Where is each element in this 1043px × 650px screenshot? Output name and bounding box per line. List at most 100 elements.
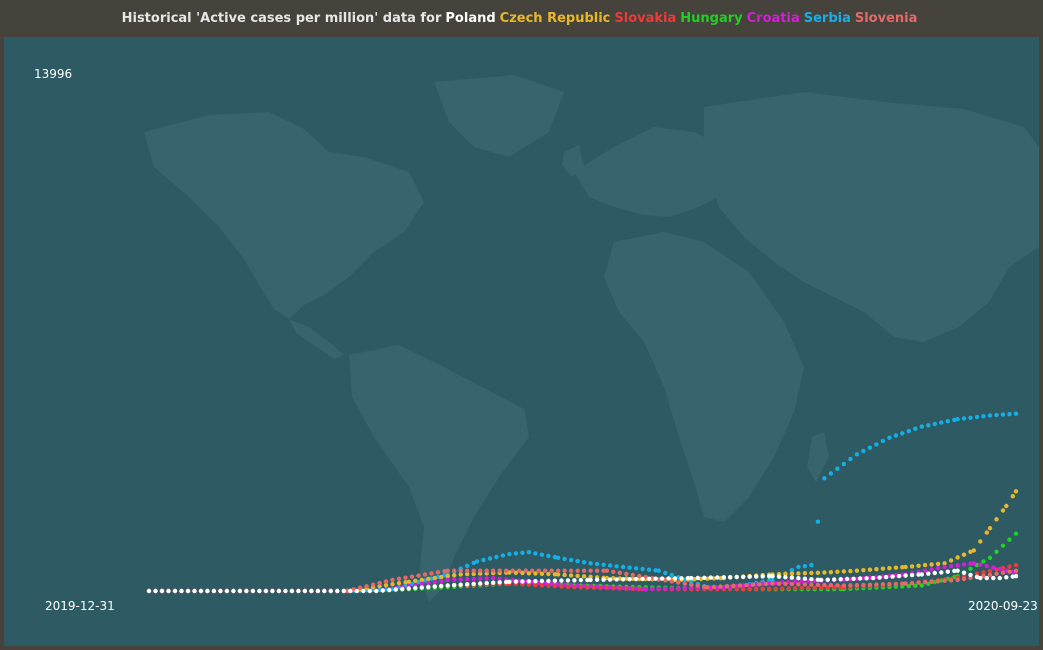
- data-point: [669, 572, 674, 578]
- legend-serbia: Serbia: [803, 10, 851, 26]
- data-point: [218, 588, 223, 594]
- data-point: [491, 568, 496, 573]
- data-point: [601, 584, 606, 589]
- data-point: [568, 557, 574, 563]
- data-point: [607, 577, 613, 582]
- data-point: [705, 585, 710, 590]
- data-point: [507, 579, 512, 584]
- data-point: [575, 558, 580, 564]
- data-point: [627, 577, 632, 582]
- data-point: [396, 576, 402, 581]
- data-point: [789, 575, 795, 580]
- data-point: [909, 572, 915, 578]
- data-point: [955, 555, 960, 560]
- legend-slovenia: Slovenia: [854, 10, 918, 26]
- data-point: [1013, 489, 1019, 494]
- data-point: [663, 586, 668, 591]
- data-point: [948, 578, 954, 583]
- data-point: [861, 568, 866, 573]
- data-point: [523, 568, 528, 573]
- data-point: [620, 585, 626, 591]
- x-start-label: 2019-12-31: [45, 599, 115, 613]
- data-point: [815, 570, 821, 575]
- data-point: [520, 550, 525, 555]
- data-point: [406, 586, 411, 591]
- data-point: [893, 433, 899, 438]
- data-point: [942, 578, 947, 583]
- data-point: [263, 588, 269, 594]
- data-point: [367, 588, 372, 594]
- data-point: [620, 577, 626, 582]
- data-point: [594, 561, 600, 567]
- data-point: [913, 426, 918, 431]
- data-point: [955, 568, 960, 573]
- data-point: [809, 562, 814, 568]
- data-point: [559, 578, 564, 583]
- legend-poland: Poland: [445, 10, 496, 26]
- data-point: [630, 572, 635, 578]
- data-point: [1013, 411, 1019, 416]
- data-point: [250, 588, 256, 594]
- data-point: [984, 575, 989, 581]
- data-point: [465, 563, 470, 568]
- data-point: [594, 584, 600, 589]
- data-point: [409, 574, 415, 579]
- data-point: [296, 588, 301, 594]
- data-point: [932, 421, 937, 427]
- legend-hungary: Hungary: [680, 10, 743, 26]
- data-point: [802, 582, 808, 587]
- data-point: [799, 585, 804, 591]
- data-point: [439, 583, 444, 589]
- data-point: [604, 568, 610, 573]
- data-point: [614, 564, 619, 569]
- data-point: [994, 412, 999, 418]
- data-point: [789, 571, 795, 576]
- data-point: [588, 583, 593, 589]
- data-point: [530, 568, 535, 573]
- data-point: [205, 588, 210, 594]
- data-point: [546, 571, 551, 577]
- data-point: [510, 568, 515, 573]
- data-point: [396, 581, 402, 586]
- data-point: [572, 578, 577, 583]
- data-point: [374, 588, 379, 594]
- data-point: [867, 567, 873, 572]
- data-point: [471, 576, 476, 582]
- data-point: [760, 574, 765, 579]
- data-point: [887, 581, 892, 587]
- data-point: [991, 565, 996, 570]
- data-point: [971, 561, 976, 566]
- data-point: [737, 583, 743, 588]
- data-point: [880, 438, 886, 444]
- data-point: [848, 568, 853, 574]
- data-point: [653, 576, 658, 581]
- data-point: [679, 576, 684, 581]
- data-point: [656, 586, 661, 591]
- data-point: [624, 571, 629, 577]
- data-point: [939, 420, 944, 425]
- data-point: [179, 588, 184, 594]
- world-map-background: [144, 75, 1039, 602]
- data-point: [562, 556, 567, 562]
- data-point: [841, 461, 847, 467]
- data-point: [987, 526, 993, 531]
- data-point: [380, 588, 385, 593]
- data-point: [627, 565, 632, 570]
- data-point: [575, 583, 580, 588]
- data-point: [854, 582, 860, 588]
- data-point: [546, 578, 551, 584]
- data-point: [390, 577, 395, 583]
- data-point: [419, 585, 424, 590]
- data-point: [237, 588, 243, 594]
- data-point: [426, 580, 431, 586]
- data-point: [413, 578, 418, 583]
- data-point: [731, 583, 736, 588]
- data-point: [646, 576, 652, 581]
- data-point: [974, 414, 980, 420]
- data-point: [491, 575, 496, 581]
- data-point: [568, 582, 574, 588]
- data-point: [828, 570, 834, 575]
- data-point: [776, 574, 782, 579]
- data-point: [484, 576, 489, 581]
- data-point: [403, 575, 408, 580]
